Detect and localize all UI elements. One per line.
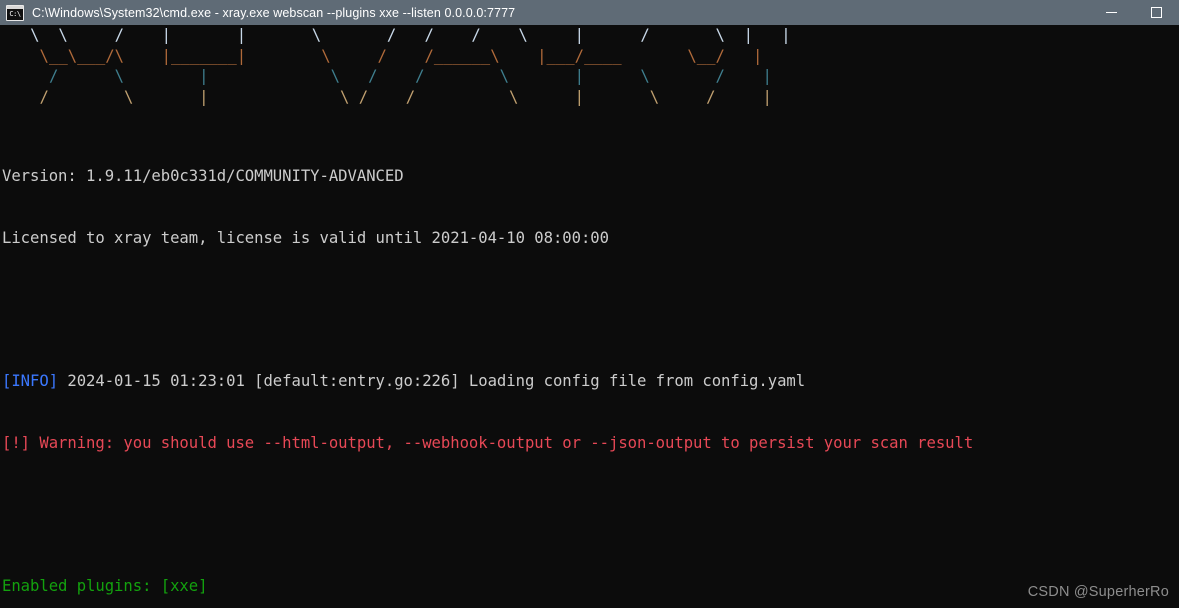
license-line: Licensed to xray team, license is valid … xyxy=(2,228,609,247)
csdn-watermark: CSDN @SuperherRo xyxy=(1027,584,1169,600)
terminal-text: Version: 1.9.11/eb0c331d/COMMUNITY-ADVAN… xyxy=(2,125,1179,608)
log-line-warning-persist: [!] Warning: you should use --html-outpu… xyxy=(2,433,1179,454)
xray-ascii-art-banner: \ \ / | | \ / / / \ | / \ | | \__\___/\ … xyxy=(2,25,1179,125)
maximize-button[interactable] xyxy=(1134,0,1179,25)
minimize-button[interactable] xyxy=(1089,0,1134,25)
banner-line-4: / \ | \ / / \ | \ / | xyxy=(2,87,772,106)
log-text: Warning: you should use --html-output, -… xyxy=(30,433,974,452)
enabled-plugins-line: Enabled plugins: [xxe] xyxy=(2,577,208,595)
log-level-warn: [!] xyxy=(2,433,31,452)
maximize-icon xyxy=(1151,7,1162,18)
console-output-area[interactable]: \ \ / | | \ / / / \ | / \ | | \__\___/\ … xyxy=(0,25,1179,608)
banner-line-2: \__\___/\ |_______| \ / /______\ |___/__… xyxy=(2,46,763,65)
log-line-loading-config: [INFO] 2024-01-15 01:23:01 [default:entr… xyxy=(2,371,1179,392)
log-level-info: [INFO] xyxy=(2,372,59,390)
blank-line-1 xyxy=(2,289,1179,310)
version-line: Version: 1.9.11/eb0c331d/COMMUNITY-ADVAN… xyxy=(2,167,404,185)
cmd-icon-glyph: C:\ xyxy=(9,9,21,18)
banner-line-1: \ \ / | | \ / / / \ | / \ | | xyxy=(2,26,791,44)
window-title: C:\Windows\System32\cmd.exe - xray.exe w… xyxy=(32,5,516,20)
blank-line-2 xyxy=(2,494,1179,515)
cmd-window: C:\ C:\Windows\System32\cmd.exe - xray.e… xyxy=(0,0,1179,608)
minimize-icon xyxy=(1106,12,1117,13)
cmd-console-icon: C:\ xyxy=(6,4,24,21)
banner-line-3: / \ | \ / / \ | \ / | xyxy=(2,67,772,85)
log-text: 2024-01-15 01:23:01 [default:entry.go:22… xyxy=(58,372,806,390)
window-titlebar[interactable]: C:\ C:\Windows\System32\cmd.exe - xray.e… xyxy=(0,0,1179,25)
